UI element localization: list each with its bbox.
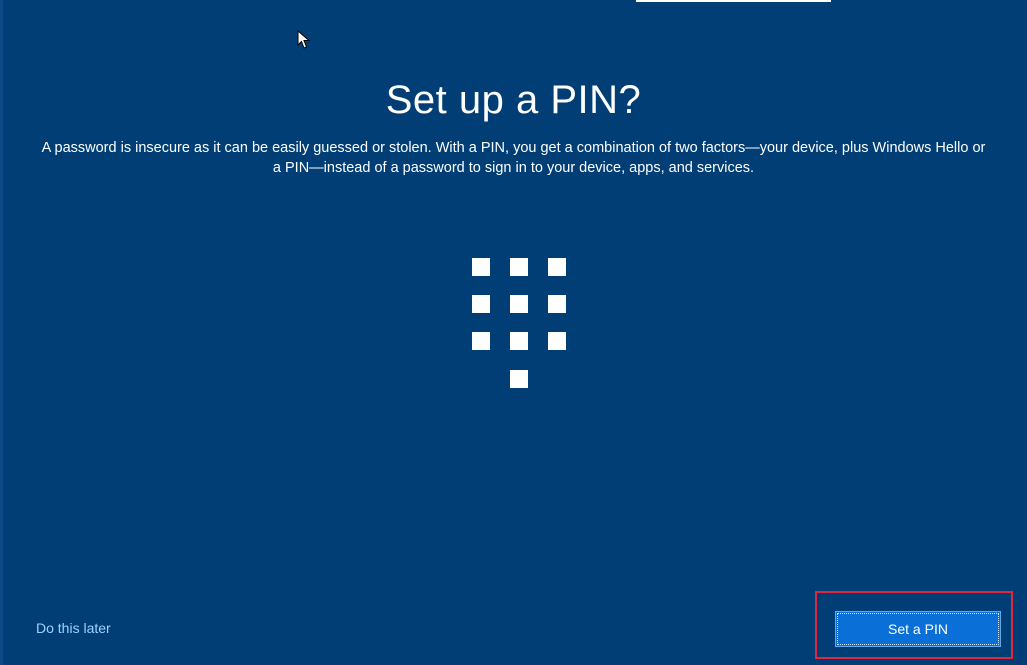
keypad-key-icon — [472, 295, 490, 313]
keypad-key-icon — [472, 332, 490, 350]
keypad-key-icon — [510, 370, 528, 388]
mouse-cursor-icon — [297, 30, 311, 49]
set-pin-button[interactable]: Set a PIN — [835, 611, 1001, 647]
keypad-key-icon — [548, 295, 566, 313]
keypad-key-icon — [548, 258, 566, 276]
do-this-later-link[interactable]: Do this later — [36, 620, 111, 636]
pin-keypad-icon — [472, 258, 566, 389]
keypad-key-icon — [510, 295, 528, 313]
top-indicator-bar — [636, 0, 831, 2]
keypad-key-icon — [510, 332, 528, 350]
page-description: A password is insecure as it can be easi… — [41, 140, 986, 176]
keypad-key-icon — [472, 258, 490, 276]
page-title: Set up a PIN? — [385, 78, 642, 122]
keypad-key-icon — [548, 332, 566, 350]
keypad-key-icon — [510, 258, 528, 276]
